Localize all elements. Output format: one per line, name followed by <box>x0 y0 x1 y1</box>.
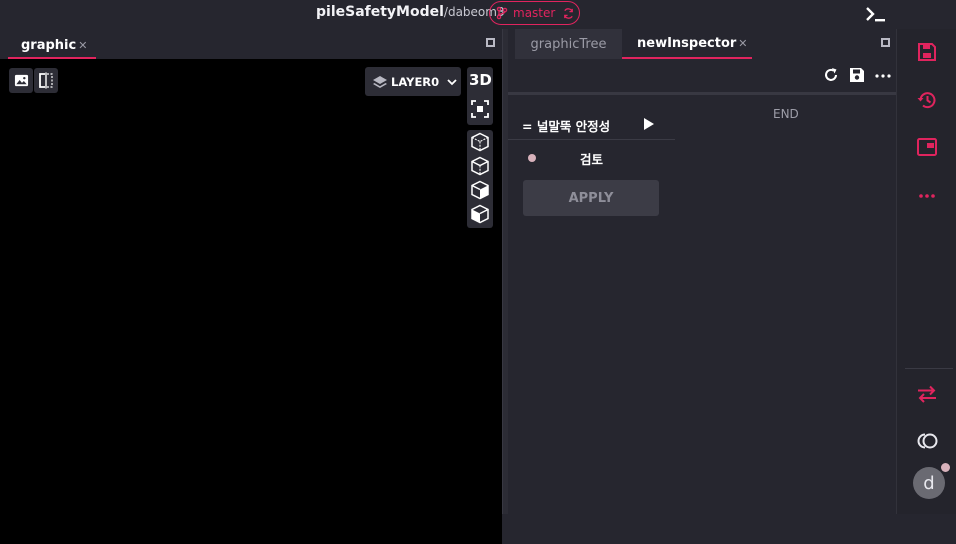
swap-icon[interactable] <box>916 383 938 405</box>
status-dot <box>528 154 536 162</box>
cube-front-view-icon[interactable] <box>470 132 490 152</box>
tab-new-inspector-label: newInspector <box>637 35 737 51</box>
tab-graphic-tree-label: graphicTree <box>530 36 607 52</box>
focus-icon[interactable] <box>471 100 489 118</box>
refresh-icon[interactable] <box>822 66 840 84</box>
cube-iso-view-icon[interactable] <box>470 204 490 224</box>
sidebar-separator <box>905 368 953 369</box>
review-label: 검토 <box>580 152 604 167</box>
branch-selector[interactable]: master <box>489 1 580 25</box>
inspector-section-header[interactable]: = 널말뚝 안정성 <box>508 109 675 140</box>
toggle-icon[interactable] <box>916 430 938 452</box>
avatar-initial: d <box>923 472 935 494</box>
more-icon[interactable] <box>874 66 892 84</box>
tab-graphic[interactable]: graphic ✕ <box>8 34 96 59</box>
layer-selector[interactable]: LAYER0 <box>365 67 461 96</box>
avatar[interactable]: d <box>913 467 945 499</box>
graphic-viewport[interactable]: LAYER0 3D <box>0 59 502 544</box>
section-label: = 널말뚝 안정성 <box>522 119 611 134</box>
apply-button-label: APPLY <box>568 190 614 206</box>
layer-label: LAYER0 <box>391 74 440 89</box>
close-icon[interactable]: ✕ <box>738 37 747 50</box>
cube-side-view-icon[interactable] <box>470 180 490 200</box>
project-name: pileSafetyModel <box>316 4 444 20</box>
project-title: pileSafetyModel/dabeom3 <box>316 4 505 20</box>
view-mode-group: 3D <box>467 67 493 125</box>
graphic-panel: graphic ✕ LAYER0 3D <box>0 29 502 544</box>
branch-name: master <box>513 6 556 20</box>
more-icon[interactable] <box>916 185 938 207</box>
image-icon <box>14 74 28 87</box>
tab-graphic-label: graphic <box>21 38 77 53</box>
layers-icon <box>373 75 387 88</box>
tab-new-inspector[interactable]: newInspector ✕ <box>622 29 752 59</box>
close-icon[interactable]: ✕ <box>78 39 87 52</box>
right-sidebar: d <box>896 29 956 514</box>
window-icon[interactable] <box>916 136 938 158</box>
save-icon[interactable] <box>916 41 938 63</box>
end-label: END <box>773 107 799 121</box>
history-icon[interactable] <box>916 89 938 111</box>
apply-button[interactable]: APPLY <box>523 180 659 216</box>
maximize-icon[interactable] <box>486 38 495 47</box>
git-branch-icon <box>496 6 508 20</box>
split-view-icon <box>39 72 53 89</box>
maximize-icon[interactable] <box>881 38 890 47</box>
image-button[interactable] <box>9 68 33 93</box>
save-icon[interactable] <box>848 66 866 84</box>
inspector-content: = 널말뚝 안정성 END 검토 APPLY <box>508 95 896 514</box>
top-bar: pileSafetyModel/dabeom3 master <box>0 0 956 29</box>
play-icon[interactable] <box>644 118 654 130</box>
sync-icon[interactable] <box>562 7 575 20</box>
tab-graphic-tree[interactable]: graphicTree <box>515 29 622 59</box>
avatar-status-dot <box>941 463 950 472</box>
split-view-button[interactable] <box>34 68 58 93</box>
view-mode-3d-button[interactable]: 3D <box>469 71 492 89</box>
terminal-icon[interactable] <box>863 3 889 25</box>
cube-top-view-icon[interactable] <box>470 156 490 176</box>
inspector-panel: graphicTree newInspector ✕ = 널말뚝 안정성 END… <box>508 29 896 514</box>
view-cube-group <box>467 130 493 228</box>
chevron-down-icon <box>447 78 457 85</box>
